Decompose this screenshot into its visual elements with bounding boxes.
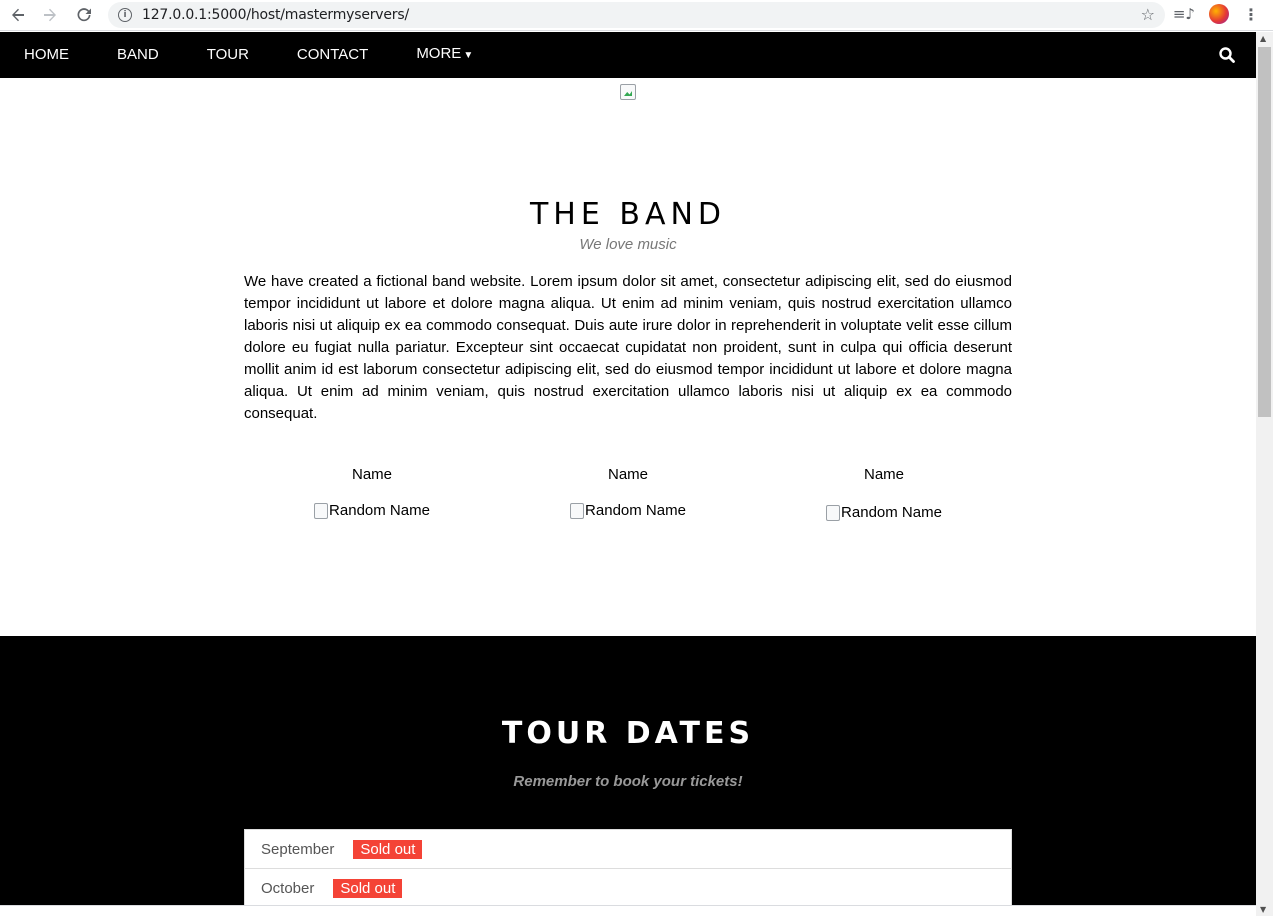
reload-icon[interactable] [72,3,96,27]
member-image[interactable]: Random Name [314,502,430,519]
bookmark-star-icon[interactable]: ☆ [1141,5,1155,24]
member-name: Name [607,466,648,483]
media-control-icon[interactable]: ≡♪ [1173,5,1195,23]
band-member: Name Random Name [756,466,1012,525]
member-image[interactable]: Random Name [826,504,942,521]
member-image-alt: Random Name [585,502,686,519]
caret-down-icon: ▼ [463,50,474,61]
browser-menu-icon[interactable]: ⋮ [1243,5,1259,24]
address-bar[interactable]: i 127.0.0.1:5000/host/mastermyservers/ ☆ [108,2,1165,28]
forward-icon[interactable] [38,3,62,27]
info-icon[interactable]: i [118,8,132,22]
nav-more-label: MORE [416,45,462,62]
url-text[interactable]: 127.0.0.1:5000/host/mastermyservers/ [142,7,409,23]
band-member: Name Random Name [244,466,500,523]
nav-contact[interactable]: CONTACT [273,32,392,78]
tour-month: October [261,879,315,897]
broken-image-icon [314,502,329,519]
search-icon[interactable] [1218,46,1236,64]
broken-image-icon [570,502,585,519]
nav-more-dropdown[interactable]: MORE ▼ [392,32,497,79]
nav-tour[interactable]: TOUR [183,32,273,78]
member-image-alt: Random Name [329,502,430,519]
member-image-alt: Random Name [841,504,942,521]
back-icon[interactable] [6,3,30,27]
nav-home[interactable]: HOME [0,32,93,78]
vertical-scrollbar[interactable]: ▲ ▼ [1256,32,1273,916]
member-name: Name [863,466,904,483]
nav-band[interactable]: BAND [93,32,183,78]
tour-month: September [261,840,335,858]
tour-section: TOUR DATES Remember to book your tickets… [0,636,1256,916]
page-viewport: HOME BAND TOUR CONTACT MORE ▼ THE BAND We… [0,32,1256,916]
broken-image-icon [620,84,636,100]
broken-image-icon [826,504,841,521]
band-member: Name Random Name [500,466,756,523]
site-navbar: HOME BAND TOUR CONTACT MORE ▼ [0,32,1256,78]
tour-title: TOUR DATES [501,716,755,751]
browser-toolbar: i 127.0.0.1:5000/host/mastermyservers/ ☆… [0,0,1273,31]
member-image[interactable]: Random Name [570,502,686,519]
scroll-up-arrow-icon[interactable]: ▲ [1260,34,1266,43]
scroll-thumb[interactable] [1258,47,1271,417]
band-subtitle: We love music [579,236,677,253]
member-name: Name [351,466,392,483]
extension-icon[interactable] [1209,4,1229,24]
tour-dates-list: September Sold out October Sold out [244,829,1012,909]
scroll-down-arrow-icon[interactable]: ▼ [1260,905,1266,914]
band-title: THE BAND [529,197,727,233]
sold-out-badge: Sold out [333,878,403,898]
tour-subtitle: Remember to book your tickets! [513,773,743,790]
list-item: October Sold out [245,869,1011,908]
list-item: September Sold out [245,830,1011,869]
status-strip [0,905,1256,916]
sold-out-badge: Sold out [353,839,423,859]
band-description: We have created a fictional band website… [244,273,1012,422]
